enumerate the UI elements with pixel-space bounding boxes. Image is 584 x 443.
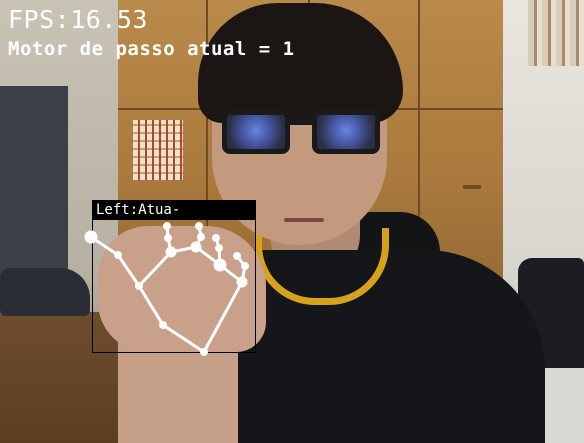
- landmark-index-2: [164, 234, 172, 242]
- landmark-index-1: [165, 246, 177, 258]
- landmark-pinky-1: [236, 276, 248, 288]
- landmark-index-tip: [163, 222, 171, 230]
- landmark-thumb-3: [114, 251, 122, 259]
- camera-frame: FPS:16.53 Motor de passo atual = 1 Left:…: [0, 0, 584, 443]
- landmark-points: [84, 222, 249, 356]
- landmark-thumb-2: [135, 282, 143, 290]
- landmark-ring-1: [213, 258, 227, 272]
- landmark-middle-tip: [195, 222, 203, 230]
- landmark-ring-2: [215, 244, 223, 252]
- landmark-connections: [89, 224, 247, 354]
- landmark-thumb-1: [159, 321, 167, 329]
- landmark-pinky-2: [241, 262, 249, 270]
- landmark-middle-2: [197, 233, 205, 241]
- palm-edge: [202, 280, 244, 354]
- hand-landmarks-overlay: [84, 222, 249, 356]
- landmark-thumb-tip: [84, 230, 98, 244]
- thumb-chain: [89, 235, 206, 354]
- landmark-ring-tip: [212, 234, 220, 242]
- landmark-pinky-tip: [233, 252, 241, 260]
- landmark-middle-1: [190, 241, 202, 253]
- landmark-wrist: [200, 348, 208, 356]
